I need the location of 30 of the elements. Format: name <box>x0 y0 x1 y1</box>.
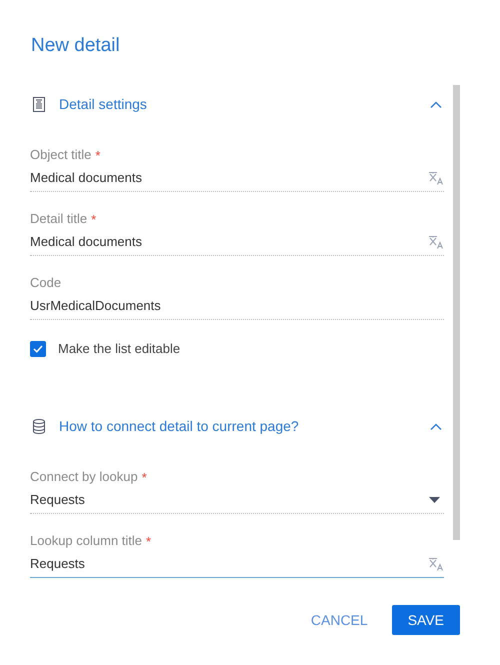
field-label: Code <box>30 274 62 292</box>
input-field[interactable]: Requests <box>30 551 444 578</box>
checkbox-label: Make the list editable <box>58 340 180 358</box>
save-button[interactable]: SAVE <box>392 605 460 635</box>
translate-icon[interactable] <box>428 171 444 185</box>
field-label: Detail title <box>30 210 88 228</box>
input-field[interactable]: UsrMedicalDocuments <box>30 293 444 320</box>
check-icon <box>33 345 43 353</box>
required-mark: * <box>146 534 152 548</box>
required-mark: * <box>142 470 147 484</box>
collapse-chevron-icon[interactable] <box>430 422 442 430</box>
required-mark: * <box>95 148 100 162</box>
section-title[interactable]: Detail settings <box>59 94 147 114</box>
translate-icon[interactable] <box>428 235 444 249</box>
input-field[interactable]: Medical documents <box>30 229 444 256</box>
checkbox[interactable] <box>30 341 46 357</box>
dropdown-caret-icon[interactable] <box>429 497 440 503</box>
field-label: Lookup column title <box>30 532 142 550</box>
collapse-chevron-icon[interactable] <box>430 100 442 108</box>
field-label: Object title <box>30 146 92 164</box>
database-icon <box>33 418 45 434</box>
field-label: Connect by lookup <box>30 468 138 486</box>
document-icon <box>33 96 45 112</box>
lookup-field[interactable]: Requests <box>30 487 444 514</box>
translate-icon[interactable] <box>428 557 444 571</box>
required-mark: * <box>91 212 96 226</box>
scrollbar[interactable] <box>453 85 460 540</box>
input-field[interactable]: Medical documents <box>30 165 444 192</box>
dialog-title: New detail <box>31 34 121 58</box>
section-title[interactable]: How to connect detail to current page? <box>59 416 299 436</box>
